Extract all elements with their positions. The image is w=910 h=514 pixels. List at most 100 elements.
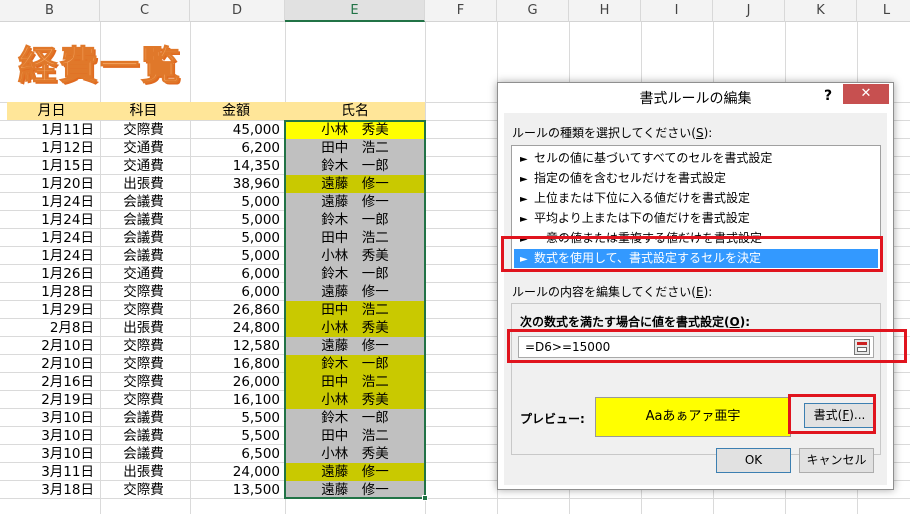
rule-type-item[interactable]: ► 指定の値を含むセルだけを書式設定: [514, 169, 878, 188]
cancel-button[interactable]: キャンセル: [799, 448, 874, 473]
cell-amount[interactable]: 5,000: [190, 247, 282, 265]
cell-date[interactable]: 3月10日: [7, 409, 96, 427]
col-header-b[interactable]: B: [0, 0, 100, 22]
rule-type-list[interactable]: ► セルの値に基づいてすべてのセルを書式設定 ► 指定の値を含むセルだけを書式設定 ► 上…: [511, 145, 881, 270]
cell-category[interactable]: 交通費: [100, 139, 187, 157]
cell-date[interactable]: 1月12日: [7, 139, 96, 157]
cell-date[interactable]: 3月10日: [7, 427, 96, 445]
col-header-k[interactable]: K: [785, 0, 857, 22]
cell-name[interactable]: 小林 秀美: [286, 319, 424, 337]
col-header-f[interactable]: F: [425, 0, 497, 22]
cell-name[interactable]: 小林 秀美: [286, 121, 424, 139]
cell-amount[interactable]: 26,000: [190, 373, 282, 391]
cell-category[interactable]: 交際費: [100, 391, 187, 409]
formula-input[interactable]: =D6>=15000: [518, 336, 874, 358]
cell-name[interactable]: 遠藤 修一: [286, 337, 424, 355]
cell-category[interactable]: 出張費: [100, 319, 187, 337]
cell-name[interactable]: 遠藤 修一: [286, 175, 424, 193]
cell-category[interactable]: 交際費: [100, 481, 187, 499]
cell-name[interactable]: 小林 秀美: [286, 391, 424, 409]
cell-date[interactable]: 1月24日: [7, 211, 96, 229]
cell-amount[interactable]: 16,100: [190, 391, 282, 409]
cell-category[interactable]: 会議費: [100, 427, 187, 445]
help-button[interactable]: ?: [818, 86, 838, 106]
rule-type-item[interactable]: ► 平均より上または下の値だけを書式設定: [514, 209, 878, 228]
rule-type-item[interactable]: ► 数式を使用して、書式設定するセルを決定: [514, 249, 878, 268]
cell-category[interactable]: 交際費: [100, 373, 187, 391]
range-select-icon[interactable]: [854, 339, 870, 355]
close-button[interactable]: ✕: [843, 84, 889, 104]
cell-date[interactable]: 1月24日: [7, 229, 96, 247]
cell-category[interactable]: 交際費: [100, 301, 187, 319]
cell-amount[interactable]: 5,000: [190, 211, 282, 229]
cell-amount[interactable]: 6,000: [190, 283, 282, 301]
cell-name[interactable]: 田中 浩二: [286, 139, 424, 157]
cell-date[interactable]: 2月8日: [7, 319, 96, 337]
cell-date[interactable]: 1月26日: [7, 265, 96, 283]
cell-amount[interactable]: 24,800: [190, 319, 282, 337]
cell-date[interactable]: 1月24日: [7, 247, 96, 265]
cell-name[interactable]: 鈴木 一郎: [286, 211, 424, 229]
rule-type-item[interactable]: ► 一意の値または重複する値だけを書式設定: [514, 229, 878, 248]
cell-amount[interactable]: 38,960: [190, 175, 282, 193]
cell-category[interactable]: 会議費: [100, 193, 187, 211]
cell-amount[interactable]: 16,800: [190, 355, 282, 373]
cell-date[interactable]: 2月10日: [7, 355, 96, 373]
cell-name[interactable]: 小林 秀美: [286, 445, 424, 463]
cell-date[interactable]: 2月19日: [7, 391, 96, 409]
cell-date[interactable]: 1月11日: [7, 121, 96, 139]
cell-date[interactable]: 1月20日: [7, 175, 96, 193]
cell-category[interactable]: 交際費: [100, 283, 187, 301]
cell-category[interactable]: 出張費: [100, 175, 187, 193]
ok-button[interactable]: OK: [716, 448, 791, 473]
cell-date[interactable]: 3月18日: [7, 481, 96, 499]
cell-name[interactable]: 鈴木 一郎: [286, 355, 424, 373]
cell-name[interactable]: 田中 浩二: [286, 427, 424, 445]
cell-amount[interactable]: 45,000: [190, 121, 282, 139]
col-header-e[interactable]: E: [285, 0, 425, 22]
cell-category[interactable]: 会議費: [100, 229, 187, 247]
cell-amount[interactable]: 6,000: [190, 265, 282, 283]
cell-date[interactable]: 3月10日: [7, 445, 96, 463]
cell-date[interactable]: 1月24日: [7, 193, 96, 211]
cell-date[interactable]: 1月29日: [7, 301, 96, 319]
format-button[interactable]: 書式(F)...: [804, 403, 875, 428]
cell-name[interactable]: 遠藤 修一: [286, 463, 424, 481]
cell-amount[interactable]: 13,500: [190, 481, 282, 499]
cell-amount[interactable]: 14,350: [190, 157, 282, 175]
cell-name[interactable]: 鈴木 一郎: [286, 409, 424, 427]
cell-category[interactable]: 会議費: [100, 445, 187, 463]
col-header-g[interactable]: G: [497, 0, 569, 22]
cell-amount[interactable]: 5,500: [190, 427, 282, 445]
cell-name[interactable]: 遠藤 修一: [286, 283, 424, 301]
cell-name[interactable]: 田中 浩二: [286, 373, 424, 391]
cell-amount[interactable]: 5,000: [190, 193, 282, 211]
cell-date[interactable]: 3月11日: [7, 463, 96, 481]
cell-category[interactable]: 会議費: [100, 247, 187, 265]
cell-date[interactable]: 1月28日: [7, 283, 96, 301]
cell-name[interactable]: 遠藤 修一: [286, 481, 424, 499]
cell-name[interactable]: 鈴木 一郎: [286, 157, 424, 175]
cell-amount[interactable]: 6,200: [190, 139, 282, 157]
cell-category[interactable]: 交通費: [100, 157, 187, 175]
cell-date[interactable]: 2月10日: [7, 337, 96, 355]
cell-name[interactable]: 田中 浩二: [286, 229, 424, 247]
col-header-j[interactable]: J: [713, 0, 785, 22]
rule-type-item[interactable]: ► セルの値に基づいてすべてのセルを書式設定: [514, 149, 878, 168]
col-header-c[interactable]: C: [100, 0, 190, 22]
dialog-titlebar[interactable]: 書式ルールの編集 ? ✕: [498, 83, 893, 112]
col-header-l[interactable]: L: [857, 0, 910, 22]
col-header-d[interactable]: D: [190, 0, 285, 22]
cell-amount[interactable]: 6,500: [190, 445, 282, 463]
col-header-h[interactable]: H: [569, 0, 641, 22]
fill-handle[interactable]: [422, 495, 428, 501]
cell-date[interactable]: 1月15日: [7, 157, 96, 175]
cell-name[interactable]: 鈴木 一郎: [286, 265, 424, 283]
cell-category[interactable]: 会議費: [100, 409, 187, 427]
cell-category[interactable]: 交通費: [100, 265, 187, 283]
rule-type-item[interactable]: ► 上位または下位に入る値だけを書式設定: [514, 189, 878, 208]
cell-category[interactable]: 交際費: [100, 121, 187, 139]
cell-amount[interactable]: 5,000: [190, 229, 282, 247]
cell-category[interactable]: 交際費: [100, 337, 187, 355]
cell-amount[interactable]: 12,580: [190, 337, 282, 355]
